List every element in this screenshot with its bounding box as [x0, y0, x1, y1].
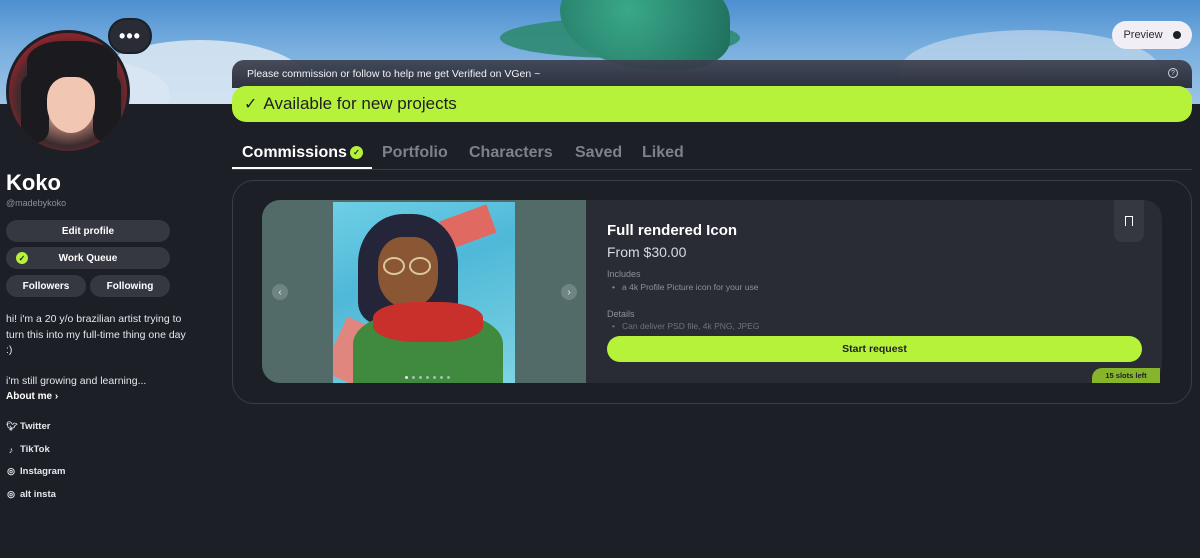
slots-left-badge: 15 slots left: [1092, 368, 1160, 383]
social-label: Twitter: [20, 421, 51, 432]
includes-item: a 4k Profile Picture icon for your use: [612, 282, 759, 292]
tab-characters[interactable]: Characters: [469, 144, 553, 162]
bio-paragraph: i'm still growing and learning...: [6, 374, 147, 387]
announcement-text: Please commission or follow to help me g…: [247, 68, 541, 80]
social-link-tiktok[interactable]: ♪ TikTok: [6, 444, 50, 455]
tab-commissions[interactable]: Commissions ✓: [242, 144, 363, 162]
social-link-twitter[interactable]: 🐦︎ Twitter: [6, 421, 50, 432]
gallery-dot[interactable]: [426, 376, 429, 379]
gallery-dot[interactable]: [405, 376, 408, 379]
tab-label: Portfolio: [382, 144, 448, 161]
instagram-icon: ◎: [7, 489, 15, 499]
gallery-dot[interactable]: [419, 376, 422, 379]
tab-label: Saved: [575, 144, 623, 161]
announcement-bar: Please commission or follow to help me g…: [232, 60, 1192, 88]
profile-tabs: Commissions ✓ Portfolio Characters Saved …: [232, 140, 1192, 170]
availability-text: Available for new projects: [263, 94, 457, 113]
profile-name: Koko: [6, 170, 61, 195]
commission-title: Full rendered Icon: [607, 222, 738, 239]
help-icon[interactable]: ?: [1168, 68, 1178, 78]
more-icon: •••: [119, 25, 141, 46]
tab-label: Characters: [469, 144, 553, 161]
social-label: TikTok: [20, 444, 50, 455]
twitter-icon: 🐦︎: [6, 421, 18, 431]
preview-label: Preview: [1123, 29, 1163, 41]
followers-button[interactable]: Followers: [6, 275, 86, 297]
start-request-button[interactable]: Start request: [607, 336, 1142, 362]
gallery-dot[interactable]: [433, 376, 436, 379]
gallery-dot[interactable]: [412, 376, 415, 379]
following-label: Following: [106, 280, 154, 292]
social-label: alt insta: [20, 489, 56, 500]
gallery-dot[interactable]: [440, 376, 443, 379]
tab-label: Commissions: [242, 144, 347, 161]
tab-liked[interactable]: Liked: [642, 144, 684, 162]
includes-label: Includes: [607, 269, 641, 279]
tab-label: Liked: [642, 144, 684, 161]
about-me-link[interactable]: About me ›: [6, 391, 58, 402]
commission-price: From $30.00: [607, 244, 687, 260]
chevron-left-icon[interactable]: ‹: [272, 284, 288, 300]
bio-paragraph: hi! i'm a 20 y/o brazilian artist trying…: [6, 313, 186, 356]
preview-button[interactable]: Preview: [1112, 21, 1192, 49]
check-icon: ✓: [244, 96, 258, 113]
gallery-pagination: [405, 376, 450, 379]
verified-check-icon: ✓: [349, 146, 363, 160]
tab-saved[interactable]: Saved: [575, 144, 622, 162]
following-button[interactable]: Following: [90, 275, 170, 297]
slots-left-label: 15 slots left: [1105, 371, 1147, 380]
availability-banner: ✓ Available for new projects: [232, 86, 1192, 122]
bookmark-icon: [1125, 216, 1133, 226]
gallery-dot[interactable]: [447, 376, 450, 379]
more-options-button[interactable]: •••: [108, 18, 152, 54]
followers-label: Followers: [22, 280, 70, 292]
profile-handle: @madebykoko: [6, 198, 67, 208]
check-badge-icon: ✓: [16, 252, 28, 264]
work-queue-label: Work Queue: [58, 252, 118, 264]
edit-profile-button[interactable]: Edit profile: [6, 220, 170, 242]
preview-dot-icon: [1172, 31, 1181, 39]
social-link-instagram[interactable]: ◎ Instagram: [6, 466, 65, 477]
commission-gallery[interactable]: ‹ ›: [262, 200, 586, 383]
social-label: Instagram: [20, 466, 66, 477]
details-label: Details: [607, 309, 635, 319]
edit-profile-label: Edit profile: [61, 225, 115, 237]
commission-artwork: [333, 202, 515, 383]
bookmark-button[interactable]: [1114, 200, 1144, 242]
start-request-label: Start request: [842, 343, 907, 355]
social-link-alt-insta[interactable]: ◎ alt insta: [6, 489, 56, 500]
tiktok-icon: ♪: [8, 444, 14, 455]
instagram-icon: ◎: [7, 466, 15, 476]
active-tab-indicator: [232, 167, 372, 169]
work-queue-button[interactable]: ✓ Work Queue: [6, 247, 170, 269]
details-item: Can deliver PSD file, 4k PNG, JPEG: [612, 321, 760, 331]
avatar[interactable]: [6, 30, 130, 154]
chevron-right-icon[interactable]: ›: [561, 284, 577, 300]
tab-portfolio[interactable]: Portfolio: [382, 144, 448, 162]
